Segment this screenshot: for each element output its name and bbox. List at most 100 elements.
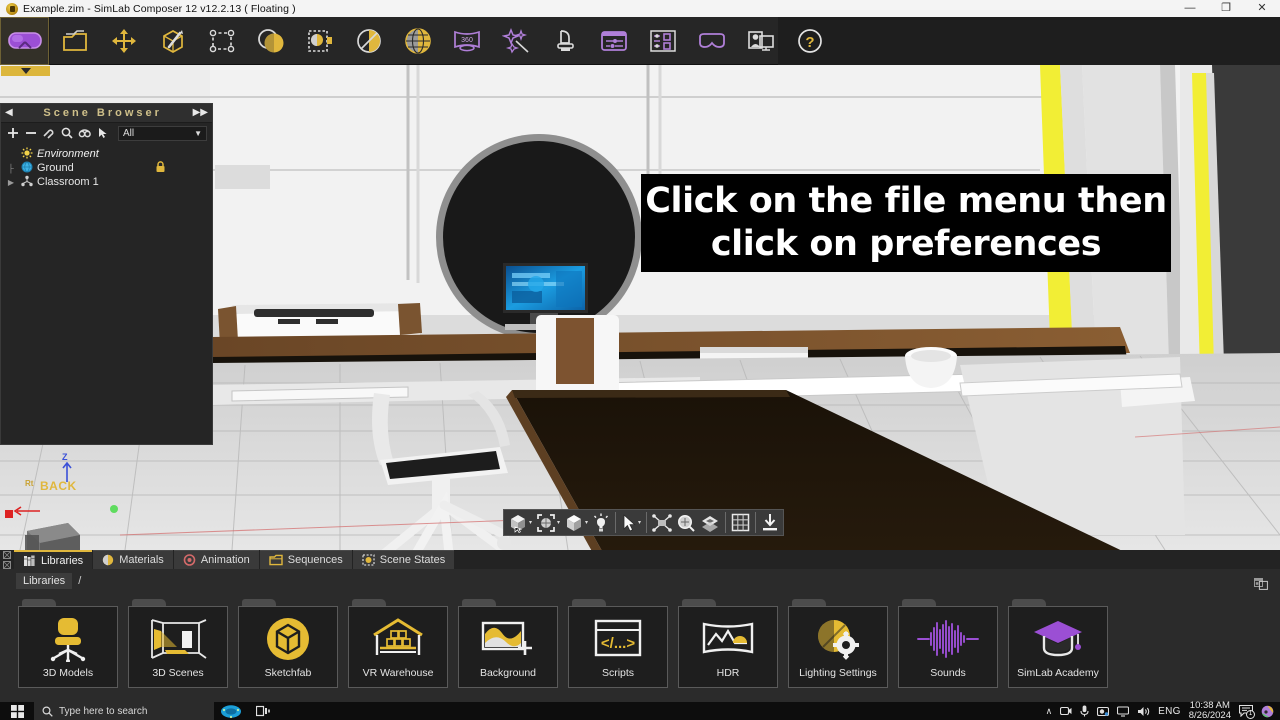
library-card-label: Sketchfab <box>265 667 312 679</box>
pick-icon[interactable] <box>96 127 109 140</box>
magic-wand-icon <box>502 28 530 54</box>
shaded-cube-tool[interactable]: ▾ <box>506 510 534 535</box>
tree-item-label: Ground <box>37 162 74 174</box>
microphone-icon[interactable] <box>1080 705 1089 717</box>
toolbar-item-vr-headset[interactable] <box>0 17 49 65</box>
notifications-icon[interactable]: 1 <box>1239 705 1253 717</box>
instruction-caption: Click on the file menu then click on pre… <box>641 174 1171 272</box>
camera-icon[interactable] <box>1097 706 1109 717</box>
library-card-scripts[interactable]: </...> Scripts <box>568 599 668 688</box>
select-region-tool[interactable]: ▾ <box>534 510 562 535</box>
volume-icon[interactable] <box>1137 706 1150 717</box>
library-card-3d-models[interactable]: 3D Models <box>18 599 118 688</box>
toolbar-item-render-sphere[interactable] <box>344 17 393 65</box>
tree-item-environment[interactable]: Environment <box>5 147 212 161</box>
light-bulb-tool[interactable] <box>590 510 612 535</box>
drop-to-floor-icon <box>761 513 779 532</box>
fit-scene-tool[interactable] <box>650 510 674 535</box>
tab-materials[interactable]: Materials <box>93 550 173 569</box>
toolbar-item-move-gizmo[interactable] <box>99 17 148 65</box>
grid-toggle-tool[interactable] <box>729 510 752 535</box>
panel-layout-icon[interactable] <box>1254 578 1268 593</box>
tab-scene-states[interactable]: Scene States <box>353 550 454 569</box>
paint-icon[interactable] <box>1261 705 1274 718</box>
library-card-sounds[interactable]: Sounds <box>898 599 998 688</box>
start-button[interactable] <box>0 705 34 718</box>
toolbar-divider <box>725 512 726 533</box>
library-card-sketchfab[interactable]: Sketchfab <box>238 599 338 688</box>
warehouse-icon <box>370 615 426 663</box>
collapse-left-icon[interactable]: ◀ <box>5 108 13 118</box>
grip-icon <box>3 561 11 569</box>
tree-item-ground[interactable]: ├ Ground <box>5 161 212 175</box>
toolbar-item-automation-board[interactable] <box>589 17 638 65</box>
breadcrumb: Libraries / <box>0 569 1280 593</box>
add-icon[interactable] <box>6 127 19 140</box>
screen-share-icon[interactable] <box>1060 706 1072 717</box>
orbit-tool[interactable] <box>698 510 722 535</box>
toolbar-item-selection-box[interactable] <box>197 17 246 65</box>
cortana-button[interactable] <box>214 704 248 719</box>
search-icon[interactable] <box>60 127 73 140</box>
scene-filter-dropdown[interactable]: All ▼ <box>118 126 207 141</box>
library-card-simlab-academy[interactable]: SimLab Academy <box>1008 599 1108 688</box>
toolbar-item-ui-builder[interactable] <box>638 17 687 65</box>
link-icon[interactable] <box>42 127 55 140</box>
isolate-icon[interactable] <box>78 127 91 140</box>
tray-overflow-button[interactable]: ∧ <box>1046 706 1053 717</box>
pointer-select-tool[interactable]: ▾ <box>619 510 643 535</box>
toolbar-item-material-sphere[interactable] <box>246 17 295 65</box>
expand-right-icon[interactable]: ▶▶ <box>193 108 208 118</box>
toolbar-item-help[interactable]: ? <box>785 17 834 65</box>
close-button[interactable]: ✕ <box>1244 0 1280 17</box>
clock[interactable]: 10:38 AM 8/26/2024 <box>1189 701 1231 720</box>
toolbar-item-presentation-screen[interactable] <box>736 17 785 65</box>
breadcrumb-root[interactable]: Libraries <box>16 573 72 589</box>
cortana-icon <box>220 704 242 719</box>
task-view-button[interactable] <box>248 705 278 717</box>
library-card-vr-warehouse[interactable]: VR Warehouse <box>348 599 448 688</box>
tab-label: Sequences <box>288 554 343 566</box>
chevron-down-icon[interactable]: ▾ <box>585 519 588 526</box>
tree-item-classroom-1[interactable]: ▶ Classroom 1 <box>5 175 212 189</box>
bottom-library-panel: Libraries Materials Animation <box>0 550 1280 702</box>
toolbar-vr-dropdown[interactable] <box>1 66 50 76</box>
panel-drag-grip[interactable] <box>0 550 14 569</box>
tab-sequences[interactable]: Sequences <box>260 550 352 569</box>
light-bulb-icon <box>592 513 610 533</box>
ui-builder-icon <box>649 28 677 54</box>
lock-icon[interactable] <box>155 161 166 176</box>
folder-tab <box>462 599 496 606</box>
tree-expander-icon[interactable]: ▶ <box>5 178 17 187</box>
view-cube-side-label: Rt <box>25 479 33 488</box>
toolbar-item-magic-wand[interactable] <box>491 17 540 65</box>
library-card-hdr[interactable]: HDR <box>678 599 778 688</box>
toolbar-item-globe-render[interactable] <box>393 17 442 65</box>
toolbar-item-panorama-360[interactable]: 360 <box>442 17 491 65</box>
toolbar-item-vr-goggles[interactable] <box>687 17 736 65</box>
library-card-3d-scenes[interactable]: 3D Scenes <box>128 599 228 688</box>
sun-icon <box>21 147 33 162</box>
chevron-down-icon[interactable]: ▾ <box>638 519 641 526</box>
display-mode-tool[interactable]: ▾ <box>562 510 590 535</box>
minimize-button[interactable]: — <box>1172 0 1208 17</box>
maximize-button[interactable]: ❐ <box>1208 0 1244 17</box>
library-card-background[interactable]: Background <box>458 599 558 688</box>
chevron-down-icon[interactable]: ▾ <box>529 519 532 526</box>
zoom-window-tool[interactable] <box>674 510 698 535</box>
toolbar-item-texture-book[interactable] <box>295 17 344 65</box>
toolbar-item-edit-geometry[interactable] <box>148 17 197 65</box>
drop-to-floor-tool[interactable] <box>759 510 781 535</box>
library-card-lighting-settings[interactable]: Lighting Settings <box>788 599 888 688</box>
tab-libraries[interactable]: Libraries <box>14 550 92 569</box>
display-icon[interactable] <box>1117 706 1129 717</box>
remove-icon[interactable] <box>24 127 37 140</box>
search-input[interactable]: Type here to search <box>34 702 214 720</box>
language-indicator[interactable]: ENG <box>1158 706 1181 717</box>
chevron-down-icon: ▼ <box>194 129 202 138</box>
tab-animation[interactable]: Animation <box>174 550 259 569</box>
toolbar-item-open-file[interactable] <box>50 17 99 65</box>
search-placeholder-text: Type here to search <box>59 706 147 717</box>
chevron-down-icon[interactable]: ▾ <box>557 519 560 526</box>
toolbar-item-stamp-tool[interactable] <box>540 17 589 65</box>
